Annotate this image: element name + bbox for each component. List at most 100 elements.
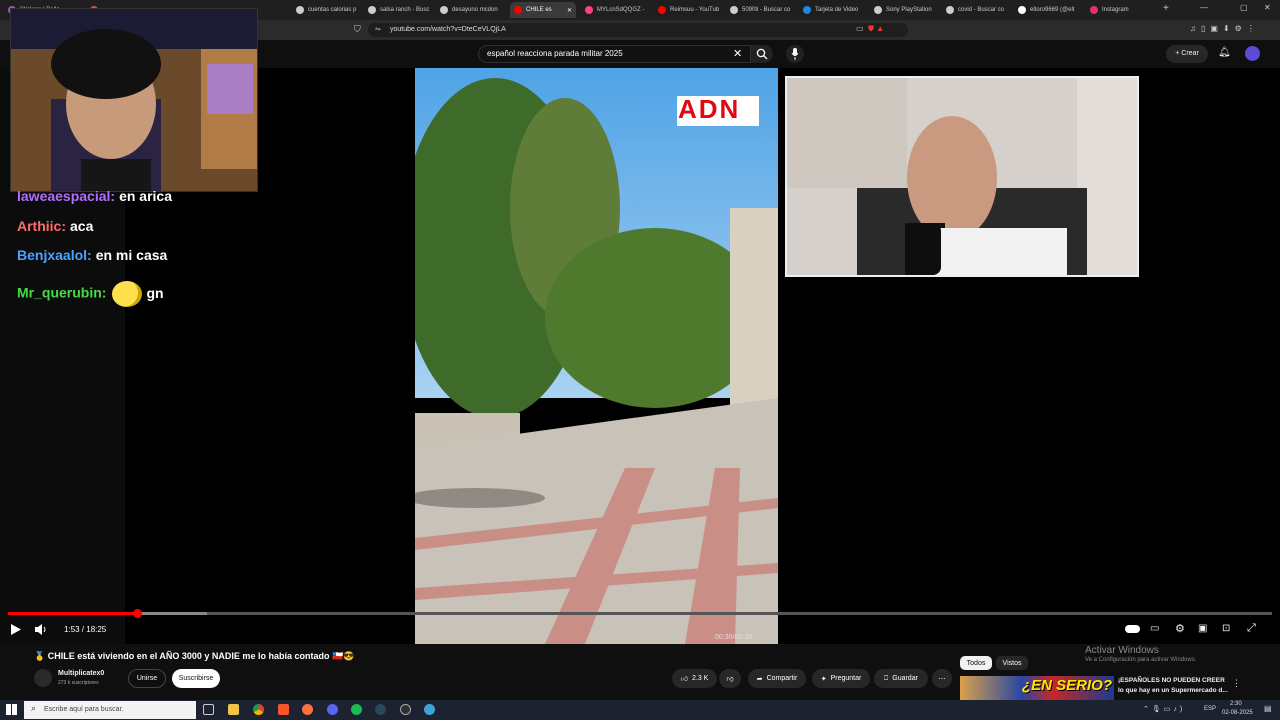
tab-favicon-icon [585,6,593,14]
channel-name[interactable]: Multiplicatex0 [58,670,104,677]
clock-time[interactable]: 2:30 [1230,701,1242,707]
chat-text: en mi casa [95,247,168,263]
subscribe-label: Suscribirse [178,675,214,682]
browser-tab[interactable]: Instagram [1090,2,1160,18]
tray-icons[interactable]: ⌃🎙︎▭♪) [1143,705,1185,713]
taskbar-search-input[interactable]: Escribe aquí para buscar. [24,701,196,719]
tab-label: Tarjeta de Video [815,7,859,13]
search-input[interactable]: español reacciona parada militar 2025 [478,45,751,63]
tab-favicon-icon [296,6,304,14]
clear-search-icon[interactable]: ✕ [733,47,742,60]
share-button[interactable]: ➦ Compartir [748,669,806,688]
bookmark-icon[interactable]: ⛉ [354,24,361,35]
browser-menu-icons[interactable]: ♫▯▣⬇⚙⋮ [1190,24,1260,33]
share-icon: ➦ [756,675,763,683]
tab-favicon-icon [1090,6,1098,14]
minimize-button[interactable]: — [1200,3,1208,12]
close-window-button[interactable]: ✕ [1264,3,1271,12]
browser-tab[interactable]: Reimsuu - YouTub [658,2,728,18]
activate-windows-subtitle: Ve a Configuración para activar Windows. [1085,657,1197,663]
extension-icons[interactable]: ▭ ⛊ ▲ [856,24,884,34]
avatar[interactable] [1245,46,1260,61]
tab-label: Reimsuu - YouTub [670,7,720,13]
subscribe-button[interactable]: Suscribirse [172,669,220,688]
brave-icon[interactable] [278,704,289,715]
firefox-icon[interactable] [302,704,313,715]
more-actions-button[interactable]: ⋯ [932,669,952,688]
like-count: 2.3 K [691,675,709,682]
tab-favicon-icon [803,6,811,14]
chrome-icon[interactable] [253,704,264,715]
microphone-icon [791,48,799,60]
recommended-thumbnail[interactable]: ¿EN SERIO? [960,676,1114,700]
browser-tab[interactable]: covid - Buscar co [946,2,1016,18]
notifications-bell-icon[interactable]: 🔔︎ [1218,47,1231,58]
language-indicator[interactable]: ESP [1204,706,1216,712]
browser-tab[interactable]: CHILE es ✕ [510,2,576,18]
more-icon: ⋯ [938,675,946,683]
discord-icon[interactable] [327,704,338,715]
browser-tab[interactable]: desayuno mcdon [440,2,510,18]
recommended-more-icon[interactable]: ⋮ [1232,678,1241,689]
close-tab-icon[interactable]: ✕ [567,7,572,14]
browser-tab[interactable]: cuentas calorias p [296,2,366,18]
browser-tab[interactable]: salsa ranch - Busc [368,2,438,18]
chat-message: laweaespacial: en arica [17,188,172,204]
tab-label: cuentas calorias p [308,7,357,13]
join-label: Unirse [136,675,158,682]
dislike-button[interactable]: 👎︎ [719,669,741,688]
browser-tab[interactable]: Sony PlayStation [874,2,944,18]
task-view-icon[interactable] [203,704,214,715]
tab-label: MYLcnSdQQGZ - [597,7,645,13]
create-button[interactable]: + Crear [1166,45,1208,63]
video-title: 🥇 CHILE está viviendo en el AÑO 3000 y N… [34,651,355,661]
maximize-button[interactable]: ▢ [1240,3,1248,12]
site-info-icon[interactable]: ⇋ [375,25,381,33]
windows-start-icon[interactable] [6,704,17,715]
browser-tab[interactable]: Tarjeta de Video [803,2,873,18]
street-scene-image [415,68,778,644]
tab-favicon-icon [946,6,954,14]
chat-text: aca [70,218,94,234]
autoplay-toggle[interactable] [1125,625,1140,633]
ask-button[interactable]: ✦ Preguntar [812,669,870,688]
save-button[interactable]: ⎕ Guardar [874,669,928,688]
fullscreen-icon[interactable]: ⤢ [1247,622,1256,635]
tab-label: eltoro9669 (@elt [1030,7,1075,13]
play-icon[interactable] [11,624,21,635]
channel-avatar[interactable] [34,669,52,687]
create-label: Crear [1181,50,1199,57]
settings-gear-icon[interactable]: ⚙ [1175,622,1185,635]
notifications-icon[interactable]: ▤ [1264,704,1272,713]
recommended-title-line1[interactable]: ¡ESPAÑOLES NO PUEDEN CREER [1118,677,1225,684]
obs-icon[interactable] [400,704,411,715]
chat-message: Benjxaalol: en mi casa [17,247,167,263]
chip-watched[interactable]: Vistos [996,656,1028,670]
volume-icon[interactable] [35,624,48,635]
tab-label: CHILE es [526,7,552,13]
app-icon[interactable] [424,704,435,715]
progress-scrubber[interactable] [133,609,142,618]
streamer-webcam [10,8,258,192]
clock-date[interactable]: 02-08-2025 [1222,710,1253,716]
chip-all[interactable]: Todos [960,656,992,670]
browser-tab[interactable]: 5090ti - Buscar co [730,2,800,18]
like-button[interactable]: 👍︎ 2.3 K [672,669,717,688]
new-tab-button[interactable]: + [1163,3,1169,14]
miniplayer-icon[interactable]: ▣ [1198,623,1207,634]
steam-icon[interactable] [375,704,386,715]
spotify-icon[interactable] [351,704,362,715]
join-button[interactable]: Unirse [128,669,166,688]
address-bar[interactable]: youtube.com/watch?v=DteCeVLQjLA [368,23,908,37]
cast-icon[interactable]: ⊡ [1222,623,1230,634]
tab-label: covid - Buscar co [958,7,1005,13]
browser-tab[interactable]: eltoro9669 (@elt [1018,2,1088,18]
subtitles-icon[interactable]: ▭ [1150,623,1159,634]
chat-username: Arthiic: [17,218,66,234]
file-explorer-icon[interactable] [228,704,239,715]
tab-favicon-icon [1018,6,1026,14]
chip-watched-label: Vistos [1002,659,1022,667]
chip-all-label: Todos [966,659,986,667]
recommended-title-line2[interactable]: lo que hay en un Supermercado d... [1118,687,1228,694]
browser-tab[interactable]: MYLcnSdQQGZ - [585,2,655,18]
